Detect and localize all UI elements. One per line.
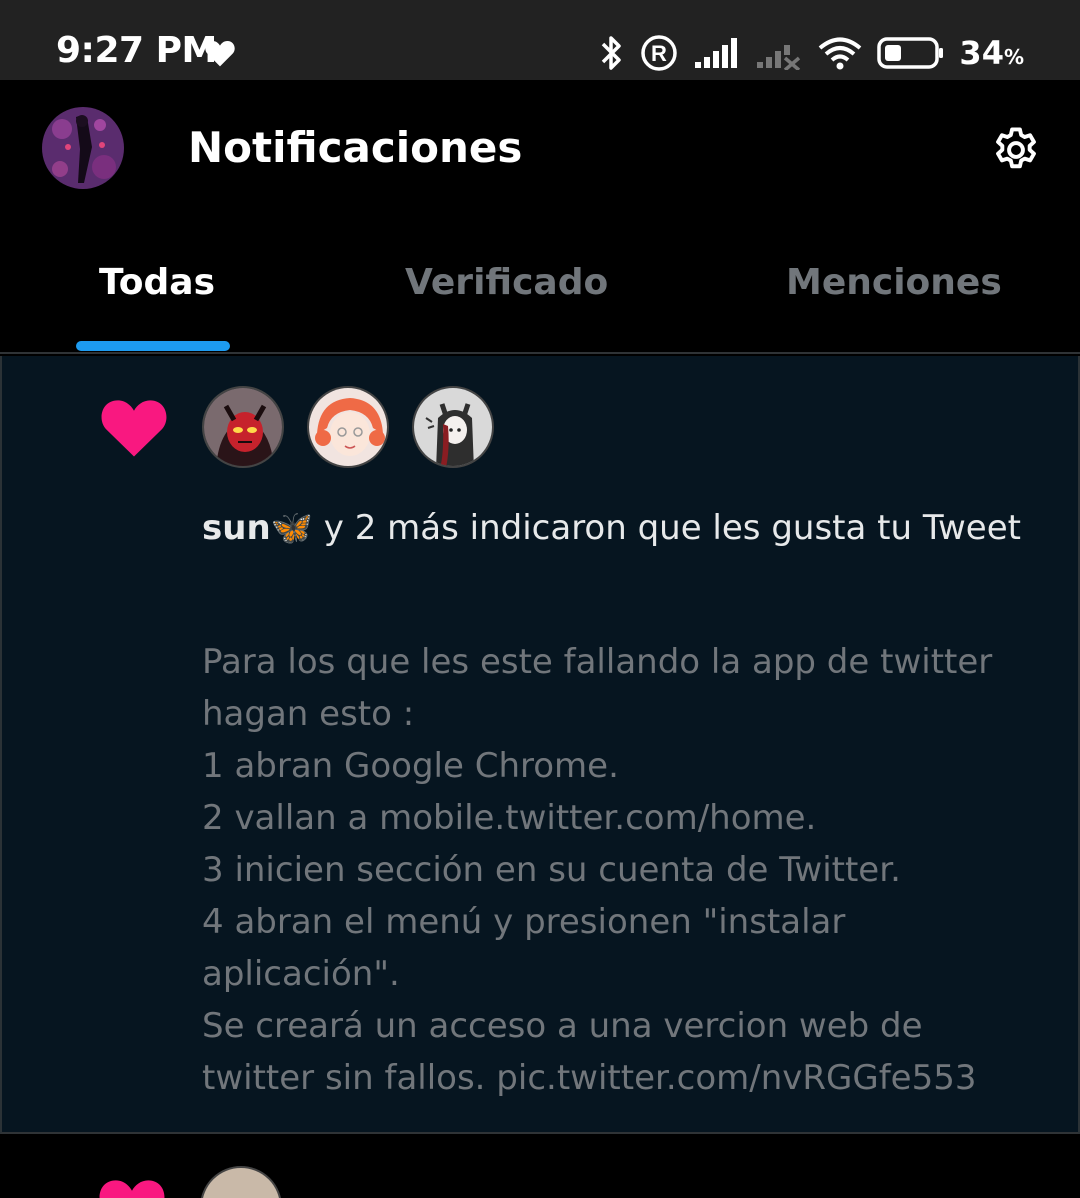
status-time: 9:27 PM [56,30,217,71]
profile-avatar[interactable] [42,107,124,189]
avatar-user-2[interactable] [307,386,389,468]
bluetooth-icon [602,36,622,70]
tweet-text: Para los que les este fallando la app de… [202,642,993,1098]
svg-text:R: R [651,41,667,66]
active-tab-indicator [76,341,230,351]
avatar[interactable] [200,1166,282,1198]
status-bar: 9:27 PM R 34% [0,0,1080,80]
notification-headline: sun🦋 y 2 más indicaron que les gusta tu … [202,502,1022,554]
notification-item[interactable]: sun🦋 y 2 más indicaron que les gusta tu … [0,356,1080,1134]
heart-icon [205,41,235,67]
avatar-user-3[interactable] [412,386,494,468]
battery-icon [877,37,944,69]
notification-item[interactable] [0,1136,1080,1198]
gear-icon[interactable] [990,124,1042,176]
battery-percent: 34% [959,34,1024,72]
registered-icon: R [641,35,678,71]
heart-icon [99,1180,165,1198]
tab-verificado[interactable]: Verificado [405,262,608,303]
notification-action: y 2 más indicaron que les gusta tu Tweet [312,508,1021,548]
top-app-bar: Notificaciones [0,80,1080,220]
avatar-user-1[interactable] [202,386,284,468]
heart-icon [101,400,167,457]
page-title: Notificaciones [188,123,523,172]
tab-todas[interactable]: Todas [99,262,215,303]
actor-name[interactable]: sun🦋 [202,508,313,548]
signal-icon [695,38,738,68]
status-icons: R 34% [599,30,1024,76]
wifi-icon [819,37,862,70]
tab-menciones[interactable]: Menciones [786,262,1002,303]
notification-tabs: Todas Verificado Menciones [0,220,1080,354]
signal-no-service-icon [757,45,801,70]
